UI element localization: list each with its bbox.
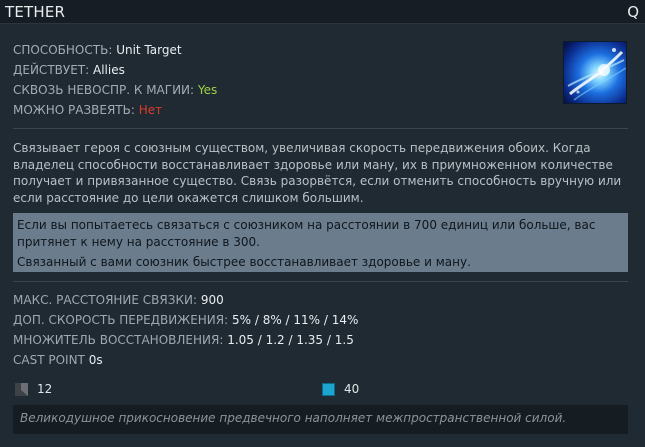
attribute-label: CAST POINT — [13, 353, 85, 367]
stat-label: СПОСОБНОСТЬ: — [13, 43, 113, 57]
ability-title: TETHER — [5, 3, 66, 21]
note-item: Если вы попытаетесь связаться с союзнико… — [17, 218, 596, 249]
attribute-value: 5% / 8% / 11% / 14% — [231, 313, 359, 327]
stat-value: Unit Target — [116, 43, 182, 57]
note-item: Связанный с вами союзник быстрее восстан… — [17, 255, 471, 269]
divider — [13, 281, 628, 282]
attribute-tether-range: МАКС. РАССТОЯНИЕ СВЯЗКИ: 900 — [13, 293, 224, 307]
attribute-cast-point: CAST POINT 0s — [13, 353, 103, 367]
attribute-value: 0s — [88, 353, 103, 367]
stat-label: МОЖНО РАЗВЕЯТЬ: — [13, 103, 135, 117]
tether-icon — [563, 41, 627, 104]
stat-value: Yes — [197, 83, 218, 97]
stat-ability-type: СПОСОБНОСТЬ: Unit Target — [13, 43, 182, 57]
divider — [13, 128, 628, 129]
stat-pierces-immunity: СКВОЗЬ НЕВОСПР. К МАГИИ: Yes — [13, 83, 217, 97]
lore-text: Великодушное прикосновение предвечного н… — [13, 405, 628, 434]
attribute-label: МНОЖИТЕЛЬ ВОССТАНОВЛЕНИЯ: — [13, 333, 224, 347]
attribute-label: МАКС. РАССТОЯНИЕ СВЯЗКИ: — [13, 293, 197, 307]
attribute-bonus-movespeed: ДОП. СКОРОСТЬ ПЕРЕДВИЖЕНИЯ: 5% / 8% / 11… — [13, 313, 358, 327]
stat-value: Нет — [138, 103, 163, 117]
stat-label: ДЕЙСТВУЕТ: — [13, 63, 90, 77]
stat-dispellable: МОЖНО РАЗВЕЯТЬ: Нет — [13, 103, 162, 117]
ability-notes: Если вы попытаетесь связаться с союзнико… — [13, 213, 628, 272]
tooltip-header: TETHER Q — [0, 0, 645, 24]
cooldown-value: 12 — [37, 382, 53, 396]
attribute-label: ДОП. СКОРОСТЬ ПЕРЕДВИЖЕНИЯ: — [13, 313, 229, 327]
mana-icon — [322, 383, 335, 396]
attribute-value: 1.05 / 1.2 / 1.35 / 1.5 — [227, 333, 354, 347]
mana-cost-value: 40 — [344, 382, 360, 396]
ability-description: Связывает героя с союзным существом, уве… — [13, 141, 622, 205]
attribute-value: 900 — [200, 293, 224, 307]
stat-label: СКВОЗЬ НЕВОСПР. К МАГИИ: — [13, 83, 195, 97]
cooldown-icon — [15, 383, 28, 396]
stat-affects: ДЕЙСТВУЕТ: Allies — [13, 63, 125, 77]
stat-value: Allies — [92, 63, 125, 77]
hotkey-label: Q — [627, 3, 639, 21]
attribute-regen-multiplier: МНОЖИТЕЛЬ ВОССТАНОВЛЕНИЯ: 1.05 / 1.2 / 1… — [13, 333, 354, 347]
